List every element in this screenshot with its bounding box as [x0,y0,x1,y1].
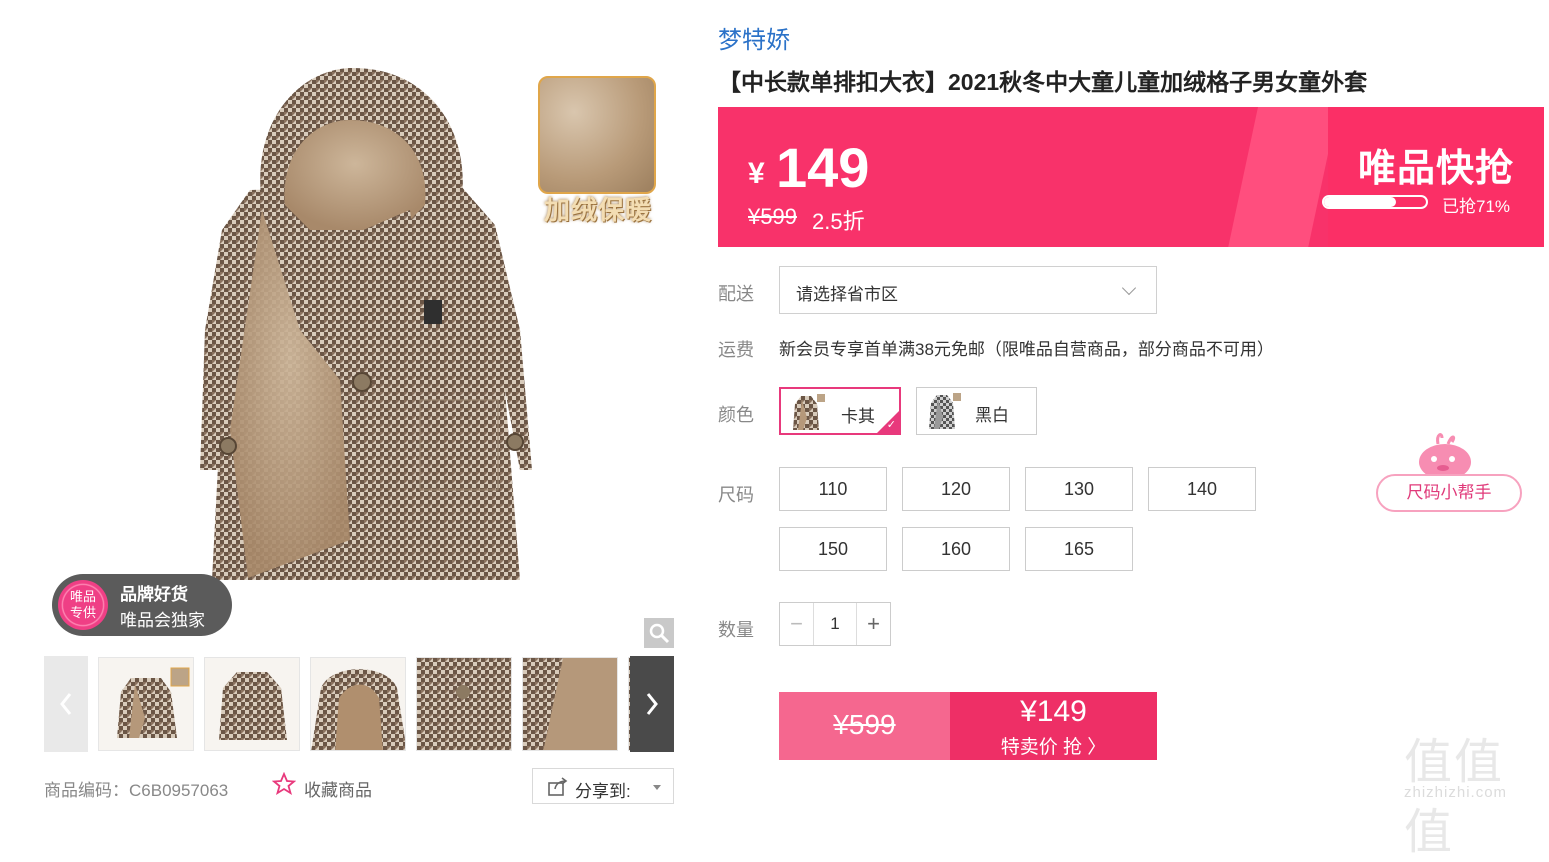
original-price: ¥599 [748,204,797,229]
thumbnail-prev-button[interactable] [44,656,88,752]
product-code: 商品编码：C6B0957063 [44,781,229,800]
brand-link[interactable]: 梦特娇 [718,20,790,55]
shipping-info: 新会员专享首单满38元免邮（限唯品自营商品，部分商品不可用） [779,340,1274,359]
size-option-150[interactable]: 150 [779,527,887,571]
size-option-130[interactable]: 130 [1025,467,1133,511]
color-option-khaki[interactable]: 卡其 ✓ [779,387,901,435]
color-label: 颜色 [718,405,754,425]
buy-original-price: ¥599 [833,709,896,740]
favorite-label: 收藏商品 [304,781,372,800]
quantity-minus-button[interactable]: − [780,603,814,645]
thumbnail-next-button[interactable] [630,656,674,752]
discount-text: 2.5折 [812,209,865,234]
watermark-url: zhizhizhi.com [1404,784,1508,801]
size-helper[interactable]: 尺码小帮手 [1376,430,1522,512]
delivery-label: 配送 [718,284,754,304]
current-price: 149 [776,136,870,199]
region-select-value: 请选择省市区 [796,285,898,304]
star-icon [272,772,296,795]
buy-action-label: 特卖价 抢 〉 [1000,737,1107,758]
badge-title: 品牌好货 [120,585,188,604]
size-helper-label: 尺码小帮手 [1376,474,1522,512]
main-product-image[interactable]: 加绒保暖 唯品 专供 品牌好货 唯品会独家 [0,0,690,650]
size-option-140[interactable]: 140 [1148,467,1256,511]
size-option-165[interactable]: 165 [1025,527,1133,571]
product-title: 【中长款单排扣大衣】2021秋冬中大童儿童加绒格子男女童外套 [718,69,1368,95]
sold-progress-bar [1322,195,1428,209]
badge-subtitle: 唯品会独家 [120,611,205,630]
thumbnail-3[interactable] [310,657,406,751]
site-watermark: 值值值 zhizhizhi.com [1400,722,1545,860]
thumbnail-strip [44,656,674,752]
buy-button-original-price[interactable]: ¥599 [779,692,950,760]
chevron-right-icon [646,693,658,715]
quantity-input[interactable]: 1 [814,603,856,645]
currency-symbol: ¥ [748,157,765,190]
chevron-left-icon [60,693,72,715]
size-option-120[interactable]: 120 [902,467,1010,511]
vip-seal-icon: 唯品 专供 [58,580,108,630]
zoom-button[interactable] [644,618,674,648]
caret-down-icon [653,785,661,790]
sold-percentage: 已抢71% [1442,197,1511,216]
quantity-stepper: − 1 + [779,602,891,646]
color-option-black-white[interactable]: 黑白 [916,387,1037,435]
quantity-plus-button[interactable]: + [856,603,890,645]
thumbnail-5[interactable] [522,657,618,751]
size-label: 尺码 [718,485,754,505]
thumbnail-1[interactable] [98,657,194,751]
size-option-160[interactable]: 160 [902,527,1010,571]
black-white-swatch [925,391,963,431]
inset-caption: 加绒保暖 [543,195,652,225]
color-option-label: 黑白 [975,406,1009,425]
share-dropdown[interactable]: 分享到: [532,768,674,804]
shipping-label: 运费 [718,340,754,360]
buy-sale-price: ¥149 [1020,695,1087,728]
thumbnail-4[interactable] [416,657,512,751]
chevron-down-icon [1121,280,1137,296]
buy-now-button[interactable]: ¥149 特卖价 抢 〉 [950,692,1157,760]
khaki-swatch [789,392,827,432]
quantity-label: 数量 [718,620,754,640]
brand-exclusive-badge: 唯品 专供 品牌好货 唯品会独家 [52,574,232,636]
check-icon: ✓ [886,419,896,431]
magnifier-icon [649,623,670,644]
thumbnail-2[interactable] [204,657,300,751]
flash-sale-title: 唯品快抢 [1357,148,1514,190]
price-banner: ¥ 149 ¥599 2.5折 唯品快抢 已抢71% [718,107,1544,247]
sold-progress-fill [1324,197,1397,207]
color-option-label: 卡其 [841,407,875,426]
share-icon [548,777,568,796]
share-label: 分享到: [575,782,631,801]
size-option-110[interactable]: 110 [779,467,887,511]
region-select[interactable]: 请选择省市区 [779,266,1157,314]
mascot-icon [1419,433,1471,480]
fleece-detail-inset [538,76,656,194]
